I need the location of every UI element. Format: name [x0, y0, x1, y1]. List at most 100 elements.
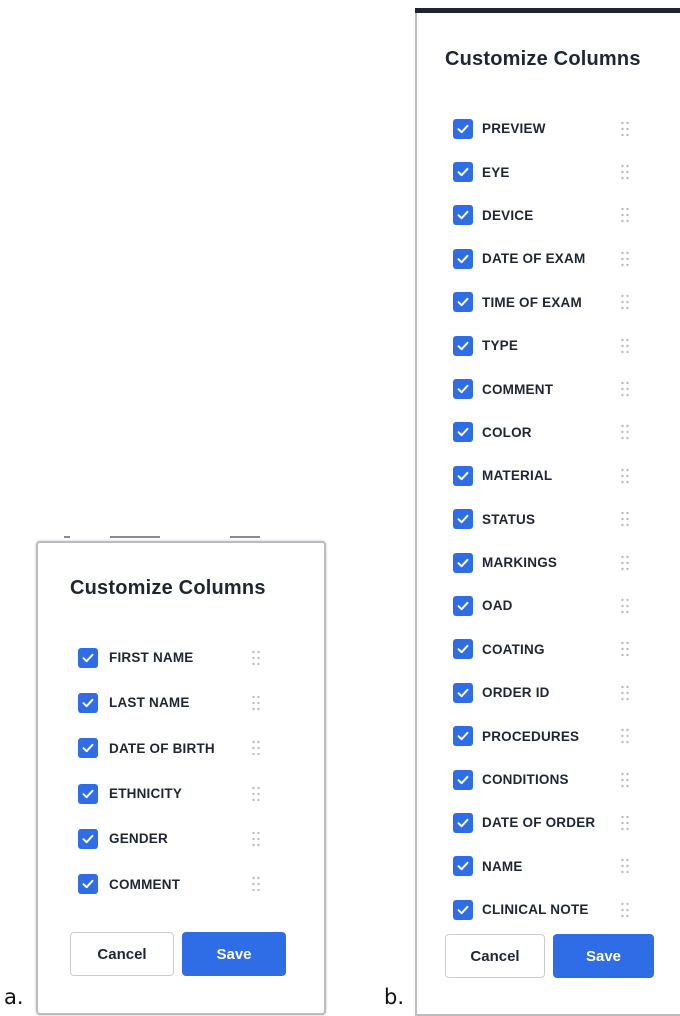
column-checkbox[interactable]	[453, 248, 473, 269]
check-icon	[457, 211, 469, 220]
drag-handle-icon[interactable]	[251, 831, 261, 847]
column-label: NAME	[482, 858, 523, 874]
column-label: MARKINGS	[482, 555, 558, 571]
column-checkbox[interactable]	[78, 738, 98, 759]
drag-handle-icon[interactable]	[620, 902, 630, 918]
save-button[interactable]: Save	[182, 932, 286, 976]
column-checkbox[interactable]	[453, 379, 473, 400]
column-label: MATERIAL	[482, 468, 553, 484]
drag-handle-icon[interactable]	[620, 815, 630, 831]
column-row: MARKINGS	[417, 541, 680, 584]
drag-handle-icon[interactable]	[620, 338, 630, 354]
column-list: FIRST NAME LAST NAME DATE OF BIRTH ETHNICIT…	[38, 635, 324, 907]
column-label: COATING	[482, 641, 545, 657]
column-row: GENDER	[38, 816, 324, 861]
check-icon	[82, 653, 94, 662]
column-checkbox[interactable]	[453, 162, 473, 183]
column-row: DATE OF BIRTH	[38, 726, 324, 771]
check-icon	[457, 905, 469, 914]
column-row: COMMENT	[417, 367, 680, 410]
column-row: CLINICAL NOTE	[417, 888, 680, 931]
column-checkbox[interactable]	[453, 335, 473, 356]
drag-handle-icon[interactable]	[620, 685, 630, 701]
drag-handle-icon[interactable]	[620, 251, 630, 267]
dialog-title: Customize Columns	[445, 48, 641, 70]
column-label: GENDER	[109, 831, 168, 847]
save-button[interactable]: Save	[553, 934, 654, 978]
drag-handle-icon[interactable]	[620, 294, 630, 310]
check-icon	[457, 341, 469, 350]
column-label: CLINICAL NOTE	[482, 902, 589, 918]
check-icon	[457, 167, 469, 177]
check-icon	[457, 558, 469, 567]
cancel-button[interactable]: Cancel	[445, 934, 545, 978]
drag-handle-icon[interactable]	[620, 207, 630, 223]
column-checkbox[interactable]	[453, 595, 473, 616]
column-checkbox[interactable]	[453, 292, 473, 313]
drag-handle-icon[interactable]	[251, 786, 261, 802]
column-checkbox[interactable]	[78, 647, 98, 668]
drag-handle-icon[interactable]	[251, 740, 261, 756]
check-icon	[82, 744, 94, 753]
check-icon	[457, 384, 469, 394]
drag-handle-icon[interactable]	[620, 381, 630, 397]
column-checkbox[interactable]	[453, 726, 473, 747]
column-list: PREVIEW EYE DEVICE DATE OF EXAM TIME OF EXAM…	[417, 107, 680, 931]
column-checkbox[interactable]	[453, 465, 473, 486]
drag-handle-icon[interactable]	[620, 555, 630, 571]
drag-handle-icon[interactable]	[620, 424, 630, 440]
column-checkbox[interactable]	[453, 552, 473, 573]
column-label: PREVIEW	[482, 121, 546, 137]
column-checkbox[interactable]	[453, 509, 473, 530]
column-checkbox[interactable]	[453, 856, 473, 877]
column-label: COMMENT	[109, 876, 181, 892]
check-icon	[457, 124, 469, 133]
column-label: ORDER ID	[482, 685, 550, 701]
drag-handle-icon[interactable]	[620, 772, 630, 788]
column-checkbox[interactable]	[453, 118, 473, 139]
column-checkbox[interactable]	[453, 769, 473, 790]
column-row: PREVIEW	[417, 107, 680, 150]
check-icon	[457, 818, 469, 828]
drag-handle-icon[interactable]	[620, 164, 630, 180]
column-row: TYPE	[417, 324, 680, 367]
drag-handle-icon[interactable]	[620, 728, 630, 744]
check-icon	[457, 298, 469, 307]
drag-handle-icon[interactable]	[620, 468, 630, 484]
column-label: TYPE	[482, 338, 519, 354]
drag-handle-icon[interactable]	[620, 641, 630, 657]
column-checkbox[interactable]	[453, 899, 473, 920]
column-checkbox[interactable]	[453, 639, 473, 660]
cancel-button[interactable]: Cancel	[70, 932, 174, 976]
column-row: EYE	[417, 150, 680, 193]
column-checkbox[interactable]	[453, 812, 473, 833]
column-label: FIRST NAME	[109, 650, 194, 666]
check-icon	[457, 471, 469, 481]
drag-handle-icon[interactable]	[620, 511, 630, 527]
column-checkbox[interactable]	[78, 692, 98, 713]
drag-handle-icon[interactable]	[251, 695, 261, 711]
check-icon	[82, 789, 94, 798]
column-row: PROCEDURES	[417, 714, 680, 757]
column-row: DATE OF ORDER	[417, 801, 680, 844]
column-label: EYE	[482, 164, 510, 180]
check-icon	[82, 834, 94, 844]
drag-handle-icon[interactable]	[620, 598, 630, 614]
column-label: OAD	[482, 598, 513, 614]
column-checkbox[interactable]	[453, 205, 473, 226]
column-label: DATE OF EXAM	[482, 251, 586, 267]
column-row: MATERIAL	[417, 454, 680, 497]
column-row: DEVICE	[417, 194, 680, 237]
column-row: LAST NAME	[38, 680, 324, 725]
drag-handle-icon[interactable]	[251, 650, 261, 666]
column-checkbox[interactable]	[453, 682, 473, 703]
drag-handle-icon[interactable]	[620, 858, 630, 874]
column-checkbox[interactable]	[78, 828, 98, 849]
drag-handle-icon[interactable]	[620, 121, 630, 137]
drag-handle-icon[interactable]	[251, 876, 261, 892]
column-checkbox[interactable]	[78, 783, 98, 804]
check-icon	[457, 254, 469, 264]
check-icon	[457, 645, 469, 654]
column-checkbox[interactable]	[78, 874, 98, 895]
column-checkbox[interactable]	[453, 422, 473, 443]
